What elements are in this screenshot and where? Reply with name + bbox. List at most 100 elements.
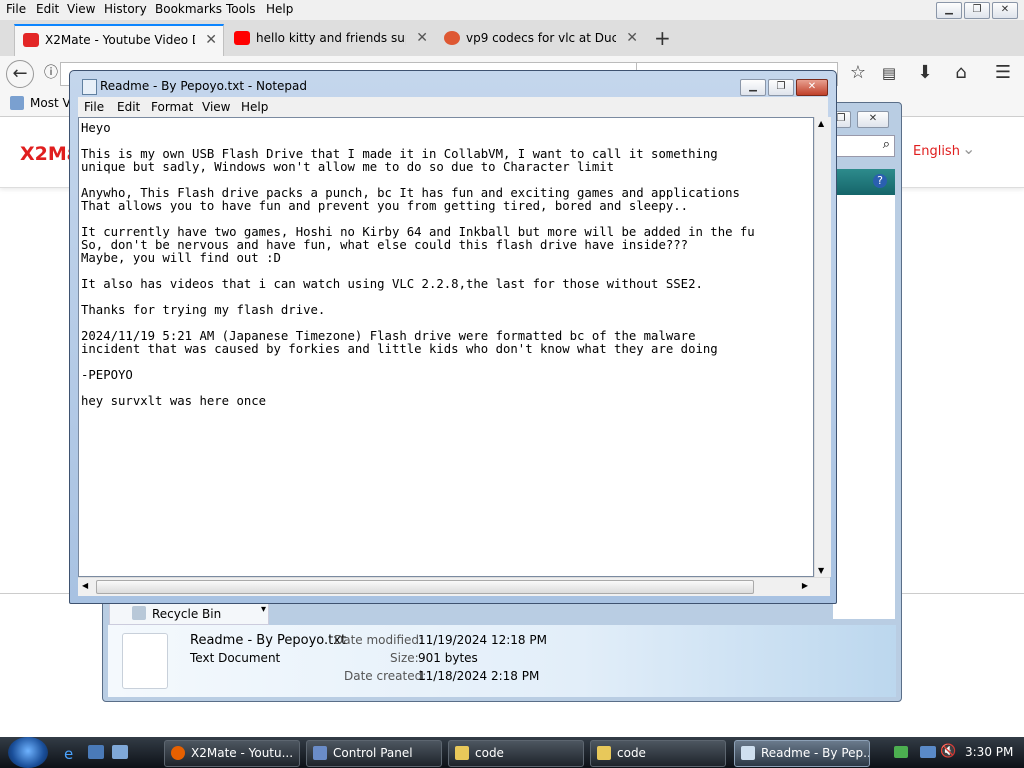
details-pane: Readme - By Pepoyo.txt Text Document Dat… [108, 625, 896, 697]
taskbar-item-label: code [617, 746, 646, 760]
recycle-bin-label: Recycle Bin [152, 607, 222, 621]
menu-view[interactable]: View [67, 2, 95, 16]
volume-muted-icon[interactable]: 🔇 [940, 744, 956, 759]
date-created-value: 11/18/2024 2:18 PM [418, 669, 540, 683]
detail-file-type: Text Document [190, 651, 281, 665]
detail-file-name: Readme - By Pepoyo.txt [190, 633, 347, 648]
language-selector[interactable]: English [913, 144, 960, 159]
explorer-search-input[interactable]: ⌕ [833, 135, 895, 157]
scroll-down-icon[interactable]: ▼ [818, 566, 824, 575]
new-tab-button[interactable]: + [654, 26, 671, 50]
vertical-scrollbar[interactable]: ▲ ▼ [814, 117, 831, 577]
clock[interactable]: 3:30 PM [965, 745, 1013, 759]
horizontal-scrollbar[interactable]: ◀ ▶ [78, 577, 830, 596]
ie-icon[interactable]: e [64, 745, 80, 763]
taskbar-item-firefox[interactable]: X2Mate - Youtu... [164, 740, 300, 767]
chevron-down-icon[interactable]: ⌄ [962, 139, 975, 158]
taskbar-item-notepad[interactable]: Readme - By Pep... [734, 740, 870, 767]
size-label: Size: [390, 651, 419, 665]
tab-x2mate[interactable]: X2Mate - Youtube Video Do ✕ [14, 24, 224, 56]
download-arrow-icon[interactable]: ⬇ [912, 60, 938, 86]
notepad-close-button[interactable]: ✕ [796, 79, 828, 96]
switch-windows-icon[interactable] [112, 745, 128, 759]
maximize-button[interactable]: ❐ [964, 2, 990, 19]
menu-edit[interactable]: Edit [36, 2, 59, 16]
notepad-maximize-button[interactable]: ❐ [768, 79, 794, 96]
notepad-menu-edit[interactable]: Edit [117, 100, 140, 114]
bookmark-folder-icon [10, 96, 24, 110]
explorer-close-button[interactable]: ✕ [857, 111, 889, 128]
recycle-bin-icon [132, 606, 146, 620]
hamburger-menu-icon[interactable]: ☰ [990, 60, 1016, 86]
youtube-icon [234, 31, 250, 45]
firefox-menubar: File Edit View History Bookmarks Tools H… [0, 0, 1024, 20]
close-tab-icon[interactable]: ✕ [626, 24, 638, 52]
text-document-icon [122, 633, 168, 689]
reading-list-icon[interactable]: ▤ [876, 60, 902, 86]
notepad-text-area[interactable]: Heyo This is my own USB Flash Drive that… [78, 117, 814, 577]
notepad-menu-file[interactable]: File [84, 100, 104, 114]
notepad-window: Readme - By Pepoyo.txt - Notepad ▁ ❐ ✕ F… [69, 70, 837, 604]
folder-icon [455, 746, 469, 760]
duckduckgo-icon [444, 31, 460, 45]
explorer-toolbar: ? [833, 169, 895, 195]
scroll-left-icon[interactable]: ◀ [82, 581, 88, 590]
taskbar-item-control-panel[interactable]: Control Panel [306, 740, 442, 767]
taskbar-item-code-2[interactable]: code [590, 740, 726, 767]
download-icon [23, 33, 39, 47]
safely-remove-hardware-icon[interactable] [894, 746, 908, 758]
control-panel-icon [313, 746, 327, 760]
tab-hello-kitty[interactable]: hello kitty and friends super ✕ [226, 24, 434, 54]
taskbar-item-label: code [475, 746, 504, 760]
menu-tools[interactable]: Tools [226, 2, 256, 16]
folder-icon [597, 746, 611, 760]
scroll-up-icon[interactable]: ▲ [818, 119, 824, 128]
date-modified-label: Date modified: [334, 633, 424, 647]
bookmark-most-visited[interactable]: Most Vi [30, 96, 74, 110]
notepad-minimize-button[interactable]: ▁ [740, 79, 766, 96]
size-value: 901 bytes [418, 651, 478, 665]
firefox-window-controls: ▁ ❐ ✕ [936, 2, 1018, 19]
taskbar-item-code-1[interactable]: code [448, 740, 584, 767]
network-icon[interactable] [920, 746, 936, 758]
notepad-menubar: File Edit Format View Help [78, 97, 828, 117]
tab-title: X2Mate - Youtube Video Do [45, 33, 195, 47]
notepad-menu-view[interactable]: View [202, 100, 230, 114]
tab-title: hello kitty and friends super [256, 31, 406, 45]
notepad-icon [741, 746, 755, 760]
taskbar-item-label: Readme - By Pep... [761, 746, 870, 760]
explorer-file-pane [833, 195, 895, 619]
menu-history[interactable]: History [104, 2, 147, 16]
show-desktop-icon[interactable] [88, 745, 104, 759]
notepad-menu-help[interactable]: Help [241, 100, 268, 114]
back-icon[interactable]: ← [6, 60, 34, 88]
help-icon[interactable]: ? [873, 174, 887, 188]
start-button[interactable] [8, 737, 48, 768]
menu-help[interactable]: Help [266, 2, 293, 16]
menu-file[interactable]: File [6, 2, 26, 16]
menu-bookmarks[interactable]: Bookmarks [155, 2, 222, 16]
minimize-button[interactable]: ▁ [936, 2, 962, 19]
notepad-menu-format[interactable]: Format [151, 100, 193, 114]
close-tab-icon[interactable]: ✕ [416, 24, 428, 52]
close-button[interactable]: ✕ [992, 2, 1018, 19]
notepad-title: Readme - By Pepoyo.txt - Notepad [100, 79, 307, 93]
home-icon[interactable]: ⌂ [948, 60, 974, 86]
taskbar: e X2Mate - Youtu... Control Panel code c… [0, 737, 1024, 768]
tab-duckduckgo[interactable]: vp9 codecs for vlc at DuckD ✕ [436, 24, 644, 54]
recycle-bin-nav[interactable]: Recycle Bin ▾ [109, 603, 269, 625]
search-icon: ⌕ [882, 137, 890, 152]
firefox-tabbar: X2Mate - Youtube Video Do ✕ hello kitty … [0, 20, 1024, 57]
taskbar-item-label: X2Mate - Youtu... [191, 746, 294, 760]
star-icon[interactable]: ☆ [845, 60, 871, 86]
scroll-right-icon[interactable]: ▶ [802, 581, 808, 590]
dropdown-arrow-icon[interactable]: ▾ [261, 604, 266, 615]
close-tab-icon[interactable]: ✕ [205, 26, 217, 54]
date-modified-value: 11/19/2024 12:18 PM [418, 633, 547, 647]
firefox-icon [171, 746, 185, 760]
date-created-label: Date created: [344, 669, 427, 683]
tab-title: vp9 codecs for vlc at DuckD [466, 31, 616, 45]
scroll-thumb[interactable] [96, 580, 754, 594]
notepad-icon [82, 79, 97, 95]
taskbar-item-label: Control Panel [333, 746, 413, 760]
